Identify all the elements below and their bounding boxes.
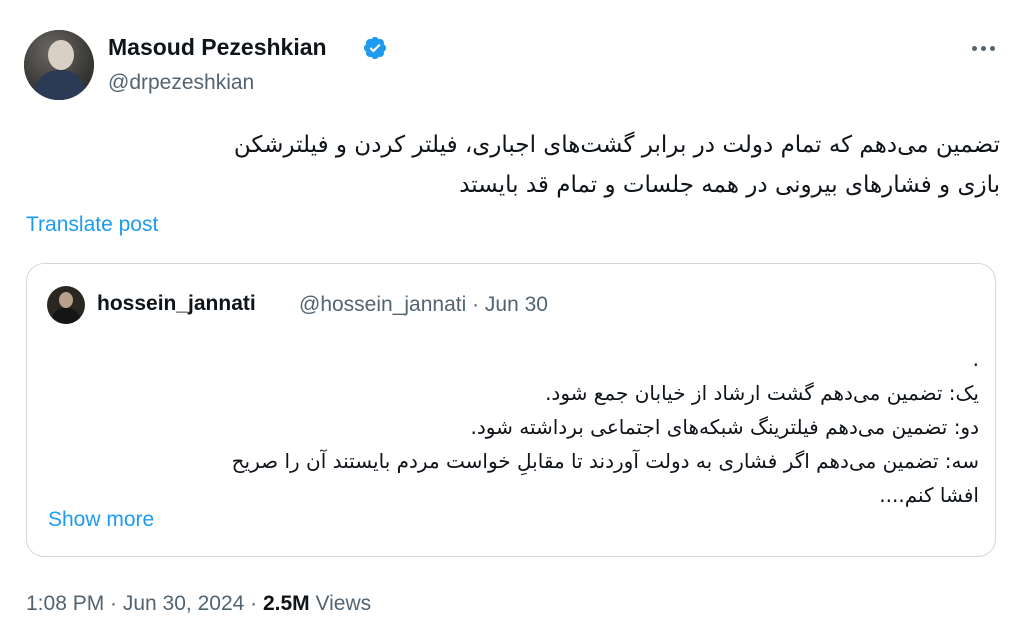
quoted-text-line: یک: تضمین می‌دهم گشت ارشاد از خیابان جمع… <box>545 381 979 405</box>
tweet-text: تضمین می‌دهم که تمام دولت در برابر گشت‌ه… <box>60 125 1000 205</box>
tweet-text-line: تضمین می‌دهم که تمام دولت در برابر گشت‌ه… <box>233 132 1000 158</box>
post-metadata: 1:08 PM · Jun 30, 2024 · 2.5M Views <box>26 592 371 616</box>
quoted-text-line: . <box>972 347 979 371</box>
quoted-post-card[interactable]: hossein_jannati @hossein_jannati · Jun 3… <box>26 263 996 557</box>
views-count: 2.5M <box>262 592 310 615</box>
views-label: Views <box>309 592 372 615</box>
quoted-author-avatar[interactable] <box>47 286 85 324</box>
author-avatar[interactable] <box>24 30 94 100</box>
quoted-author-name: hossein_jannati <box>97 292 256 315</box>
post-timestamp[interactable]: 1:08 PM · Jun 30, 2024 · <box>26 592 263 615</box>
quoted-author-meta: @hossein_jannati · Jun 30 <box>299 293 548 316</box>
quoted-post-text: . یک: تضمین می‌دهم گشت ارشاد از خیابان ج… <box>67 342 979 512</box>
quoted-text-line: دو: تضمین می‌دهم فیلترینگ شبکه‌های اجتما… <box>470 415 979 439</box>
verified-badge-icon <box>363 36 387 60</box>
author-handle[interactable]: @drpezeshkian <box>108 71 254 95</box>
translate-post-link[interactable]: Translate post <box>26 213 158 237</box>
more-horizontal-icon-dot <box>980 45 986 51</box>
more-options-button[interactable] <box>966 33 1000 63</box>
show-more-link[interactable]: Show more <box>48 508 154 532</box>
quoted-text-line: سه: تضمین می‌دهم اگر فشاری به دولت آوردن… <box>231 449 979 473</box>
more-horizontal-icon-dot <box>971 45 977 51</box>
tweet-text-line: بازی و فشارهای بیرونی در همه جلسات و تما… <box>459 172 1000 198</box>
author-display-name[interactable]: Masoud Pezeshkian <box>108 34 327 61</box>
more-horizontal-icon-dot <box>989 45 995 51</box>
quoted-text-line: افشا کنم.... <box>879 483 979 507</box>
